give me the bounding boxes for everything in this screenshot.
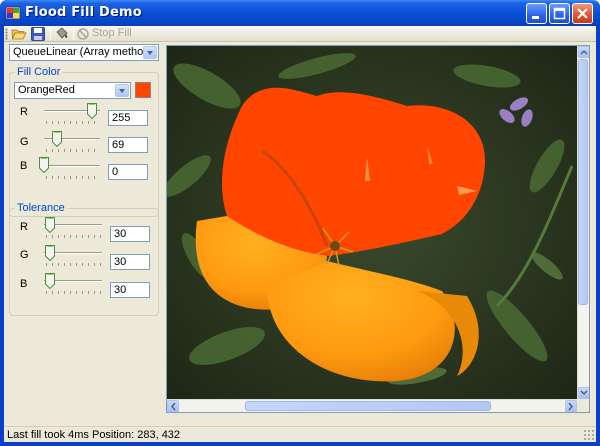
- tol-b-slider-thumb[interactable]: [45, 273, 55, 289]
- tol-g-ticks: [46, 263, 102, 266]
- scroll-down-button[interactable]: [578, 387, 589, 399]
- tolerance-title: Tolerance: [15, 202, 67, 214]
- tol-r-label: R: [20, 221, 28, 233]
- tol-g-value: 30: [114, 256, 127, 268]
- tol-g-slider-thumb[interactable]: [45, 245, 55, 261]
- maximize-button[interactable]: [549, 3, 570, 24]
- fill-b-track: [44, 165, 100, 167]
- chevron-right-icon: [568, 402, 573, 411]
- fill-b-slider-thumb[interactable]: [39, 157, 49, 173]
- stop-fill-button[interactable]: Stop Fill: [92, 27, 132, 39]
- save-disk-icon[interactable]: [30, 26, 46, 42]
- close-button[interactable]: [572, 3, 593, 24]
- toolbar-separator: [50, 28, 51, 40]
- fill-g-slider-thumb[interactable]: [51, 131, 62, 147]
- fill-r-input[interactable]: 255: [108, 110, 148, 126]
- fill-g-label: G: [20, 136, 29, 148]
- tol-r-ticks: [46, 235, 102, 238]
- tol-r-input[interactable]: 30: [110, 226, 150, 242]
- color-name-combo[interactable]: OrangeRed: [14, 82, 131, 99]
- horizontal-scrollbar[interactable]: [167, 399, 577, 412]
- scroll-up-button[interactable]: [578, 46, 589, 58]
- tol-g-input[interactable]: 30: [110, 254, 150, 270]
- fill-r-value: 255: [112, 112, 131, 124]
- tol-r-slider-thumb[interactable]: [45, 217, 55, 233]
- maximize-icon: [553, 7, 566, 20]
- paint-bucket-icon[interactable]: [54, 26, 70, 42]
- tol-b-label: B: [20, 278, 28, 290]
- fill-b-label: B: [20, 160, 28, 172]
- chevron-down-icon: [580, 390, 588, 396]
- resize-grip[interactable]: [583, 429, 595, 441]
- client-area: Stop Fill QueueLinear (Array method) Fil…: [4, 26, 596, 442]
- scroll-left-button[interactable]: [167, 400, 179, 412]
- stop-icon[interactable]: [76, 26, 90, 42]
- toolbar-separator: [73, 28, 74, 40]
- fill-method-value: QueueLinear (Array method): [13, 46, 154, 58]
- tol-b-input[interactable]: 30: [110, 282, 150, 298]
- tol-r-value: 30: [114, 228, 127, 240]
- horizontal-scroll-thumb[interactable]: [245, 401, 491, 411]
- title-bar[interactable]: Flood Fill Demo: [0, 0, 600, 26]
- toolbar-grip[interactable]: [5, 28, 8, 40]
- fill-b-ticks: [46, 176, 100, 179]
- fill-b-value: 0: [112, 166, 119, 178]
- status-text: Last fill took 4ms Position: 283, 432: [7, 429, 181, 441]
- fill-g-value: 69: [112, 139, 125, 151]
- vertical-scrollbar[interactable]: [577, 46, 589, 399]
- minimize-button[interactable]: [526, 3, 547, 24]
- scroll-right-button[interactable]: [565, 400, 577, 412]
- color-name-value: OrangeRed: [18, 84, 75, 96]
- chevron-down-icon[interactable]: [143, 46, 157, 59]
- tol-b-ticks: [46, 291, 102, 294]
- chevron-up-icon: [580, 49, 588, 55]
- flower-photo[interactable]: [167, 46, 577, 399]
- app-window: Flood Fill Demo Stop Fill QueueLinear (A…: [0, 0, 600, 446]
- tol-b-value: 30: [114, 284, 127, 296]
- fill-r-slider-thumb[interactable]: [87, 103, 97, 119]
- color-swatch[interactable]: [135, 82, 151, 98]
- fill-b-input[interactable]: 0: [108, 164, 148, 180]
- app-icon: [5, 6, 21, 20]
- chevron-left-icon: [171, 402, 176, 411]
- scroll-corner: [577, 399, 589, 412]
- minimize-icon: [532, 16, 539, 19]
- status-bar: Last fill took 4ms Position: 283, 432: [4, 426, 596, 442]
- image-canvas[interactable]: [166, 45, 590, 413]
- fill-r-ticks: [46, 121, 100, 124]
- folder-open-icon[interactable]: [11, 26, 27, 42]
- fill-method-combo[interactable]: QueueLinear (Array method): [9, 44, 159, 61]
- close-icon: [577, 8, 588, 19]
- fill-g-input[interactable]: 69: [108, 137, 148, 153]
- tol-g-label: G: [20, 249, 29, 261]
- chevron-down-icon[interactable]: [115, 84, 129, 97]
- toolbar: Stop Fill: [4, 26, 596, 42]
- fill-color-title: Fill Color: [15, 66, 63, 78]
- fill-g-ticks: [46, 149, 100, 152]
- vertical-scroll-thumb[interactable]: [578, 59, 588, 305]
- fill-r-label: R: [20, 106, 28, 118]
- window-title: Flood Fill Demo: [25, 5, 142, 20]
- settings-panel: QueueLinear (Array method) Fill Color Or…: [4, 42, 164, 426]
